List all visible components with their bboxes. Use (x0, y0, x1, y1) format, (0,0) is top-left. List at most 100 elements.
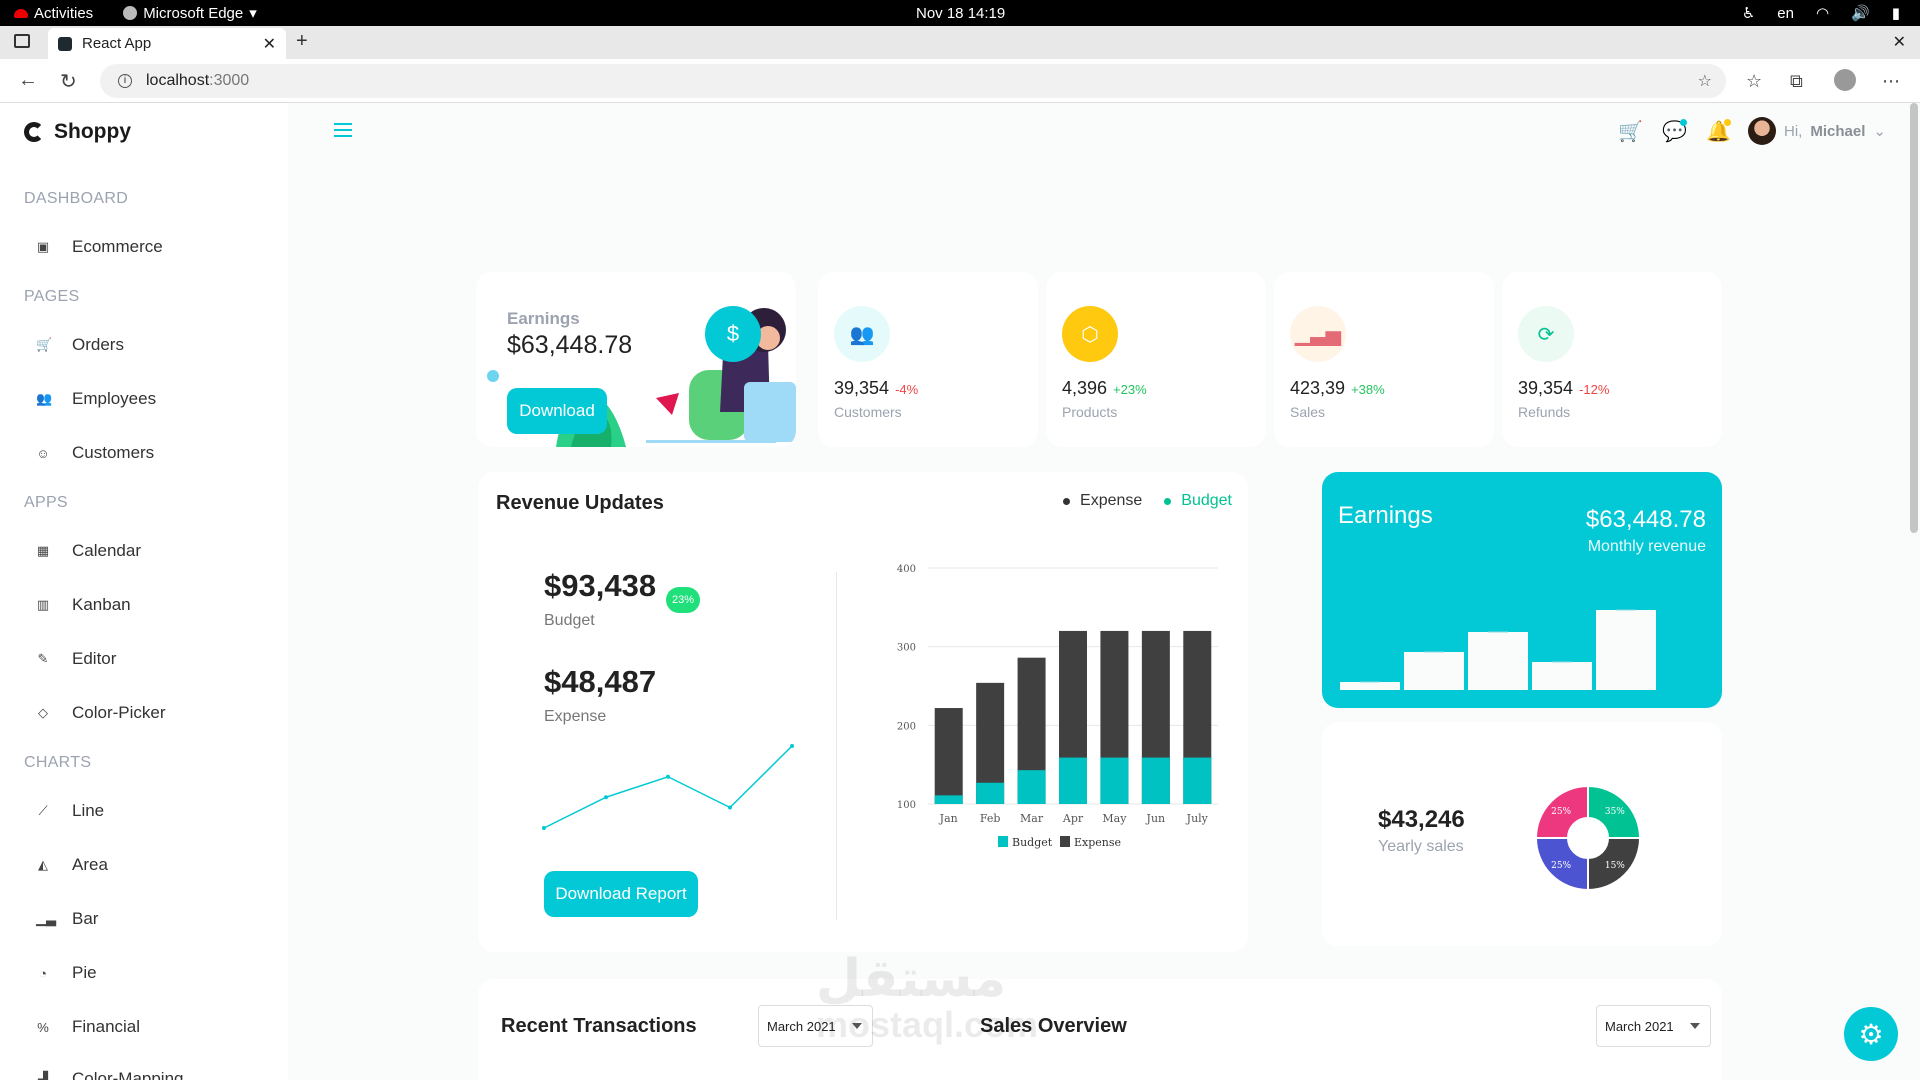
collections-icon[interactable]: ⧉ (1790, 71, 1803, 92)
download-button[interactable]: Download (507, 388, 607, 434)
sparkline-chart (542, 744, 794, 830)
sidebar-item-orders[interactable]: 🛒 Orders (36, 335, 124, 355)
window-close-icon[interactable]: ✕ (1893, 32, 1906, 52)
add-favorite-icon[interactable]: ☆ (1698, 71, 1712, 91)
budget-badge: 23% (666, 587, 700, 613)
brand-name: Shoppy (54, 120, 131, 143)
yearly-donut-chart: 35% 15% 25% 25% (1534, 784, 1642, 892)
sidebar-item-label: Calendar (72, 541, 141, 560)
monthly-bar (1596, 610, 1656, 690)
browser-tabbar: React App ✕ + ✕ (0, 26, 1920, 59)
select-value: March 2021 (1605, 1018, 1674, 1034)
legend-dot (1164, 497, 1172, 505)
stat-icon-wrap[interactable]: 👥 (834, 306, 890, 362)
chevron-down-icon: ⌄ (1873, 123, 1886, 140)
address-bar[interactable]: i localhost:3000 ☆ (100, 64, 1726, 98)
tab-close-icon[interactable]: ✕ (263, 34, 276, 54)
stat-change: -12% (1579, 382, 1610, 397)
brand-logo[interactable]: Shoppy (24, 120, 131, 144)
stat-icon-wrap[interactable]: ⟳ (1518, 306, 1574, 362)
battery-icon[interactable]: ▮ (1892, 4, 1900, 22)
bag-icon: ▣ (36, 239, 50, 254)
sidebar-item-line[interactable]: ⟋ Line (36, 801, 104, 821)
back-icon[interactable]: ← (18, 69, 38, 92)
expense-bar (934, 708, 963, 804)
stat-number: 39,354 (834, 378, 890, 398)
chevron-down-icon: ▾ (249, 5, 257, 22)
sparkline-point (790, 744, 794, 748)
monthly-earnings-card: Earnings $63,448.78 Monthly revenue (1322, 472, 1722, 708)
wifi-icon[interactable]: ◠ (1816, 4, 1829, 22)
download-report-button[interactable]: Download Report (544, 871, 698, 917)
monthly-title: Earnings (1338, 502, 1433, 529)
new-tab-button[interactable]: + (296, 30, 308, 53)
sidebar-item-editor[interactable]: ✎ Editor (36, 649, 117, 669)
browser-tab[interactable]: React App ✕ (48, 28, 286, 59)
settings-gear-button[interactable]: ⚙ (1844, 1007, 1898, 1061)
activities-label: Activities (34, 4, 94, 22)
area-chart-icon: ◭ (38, 857, 48, 872)
earnings-amount: $63,448.78 (507, 331, 633, 359)
cart-icon[interactable]: 🛒 (1618, 119, 1643, 144)
sales-month-select[interactable]: March 2021 (1596, 1005, 1711, 1047)
section-charts: CHARTS (24, 754, 92, 771)
sidebar-item-color-picker[interactable]: ◇ Color-Picker (36, 703, 166, 723)
stat-card-products: ⬡ 4,396 +23% Products (1046, 272, 1266, 447)
main-content: 🛒 💬 🔔 Hi, Michael ⌄ $ Earnings $63,448.7… (288, 103, 1920, 1080)
sparkline-point (666, 774, 670, 779)
sidebar-item-color-mapping[interactable]: ▟ Color-Mapping (36, 1069, 184, 1080)
financial-icon: % (37, 1019, 49, 1035)
monthly-bar (1468, 632, 1528, 690)
stat-change: +23% (1113, 382, 1147, 397)
stat-icon-wrap[interactable]: ⬡ (1062, 306, 1118, 362)
sparkline-point (728, 805, 732, 810)
legend-label: Expense (1080, 492, 1143, 509)
favorites-icon[interactable]: ☆ (1746, 71, 1762, 92)
clock[interactable]: Nov 18 14:19 (916, 5, 1005, 22)
x-tick-label: Apr (1062, 812, 1084, 825)
legend-label: Budget (1181, 492, 1232, 509)
donut-label: 25% (1551, 861, 1571, 871)
sidebar-item-label: Financial (72, 1017, 141, 1036)
sidebar-item-label: Editor (72, 649, 117, 668)
notification-dot (1724, 119, 1731, 126)
stat-name: Products (1062, 404, 1118, 420)
budget-bar (1141, 757, 1170, 804)
sidebar-item-calendar[interactable]: ▦ Calendar (36, 541, 141, 561)
revenue-title: Revenue Updates (496, 492, 664, 514)
language-indicator[interactable]: en (1777, 5, 1794, 22)
budget-bar (1183, 757, 1212, 804)
sidebar-item-employees[interactable]: 👥 Employees (36, 389, 156, 409)
accessibility-icon[interactable]: ♿ (1742, 4, 1755, 22)
activities-button[interactable]: Activities (14, 5, 93, 22)
page-scrollbar[interactable] (1910, 103, 1918, 533)
sidebar-item-ecommerce[interactable]: ▣ Ecommerce (36, 237, 163, 257)
stat-value: 39,354 -4% (834, 378, 918, 399)
sidebar-item-bar[interactable]: ▁▃ Bar (36, 909, 98, 929)
sidebar-item-label: Customers (72, 443, 155, 462)
dollar-icon: $ (705, 306, 761, 362)
app-menu[interactable]: Microsoft Edge ▾ (123, 4, 257, 22)
sidebar-item-label: Pie (72, 963, 97, 982)
monthly-amount: $63,448.78 (1585, 506, 1706, 533)
volume-icon[interactable]: 🔊 (1851, 4, 1870, 22)
sidebar-item-kanban[interactable]: ▥ Kanban (36, 595, 131, 615)
site-info-icon[interactable]: i (118, 74, 132, 88)
more-menu-icon[interactable]: ⋯ (1882, 71, 1900, 92)
sidebar-item-label: Kanban (72, 595, 131, 614)
stat-change: -4% (895, 382, 919, 397)
budget-amount: $93,438 (544, 568, 657, 603)
tab-actions-icon[interactable] (14, 34, 30, 48)
budget-bar (976, 782, 1005, 804)
sidebar-item-pie[interactable]: ◔ Pie (36, 963, 97, 983)
profile-avatar[interactable] (1834, 69, 1856, 91)
sidebar-item-customers[interactable]: ☺ Customers (36, 443, 154, 463)
sidebar-item-label: Color-Mapping (72, 1069, 184, 1080)
stat-icon-wrap[interactable]: ▁▃▅ (1290, 306, 1346, 362)
sidebar-item-area[interactable]: ◭ Area (36, 855, 108, 875)
refresh-icon[interactable]: ↻ (60, 69, 77, 94)
sidebar-item-financial[interactable]: % Financial (36, 1017, 140, 1037)
menu-toggle-icon[interactable] (334, 123, 352, 141)
employees-icon: 👥 (36, 391, 53, 406)
user-profile[interactable]: Hi, Michael ⌄ (1748, 117, 1886, 145)
